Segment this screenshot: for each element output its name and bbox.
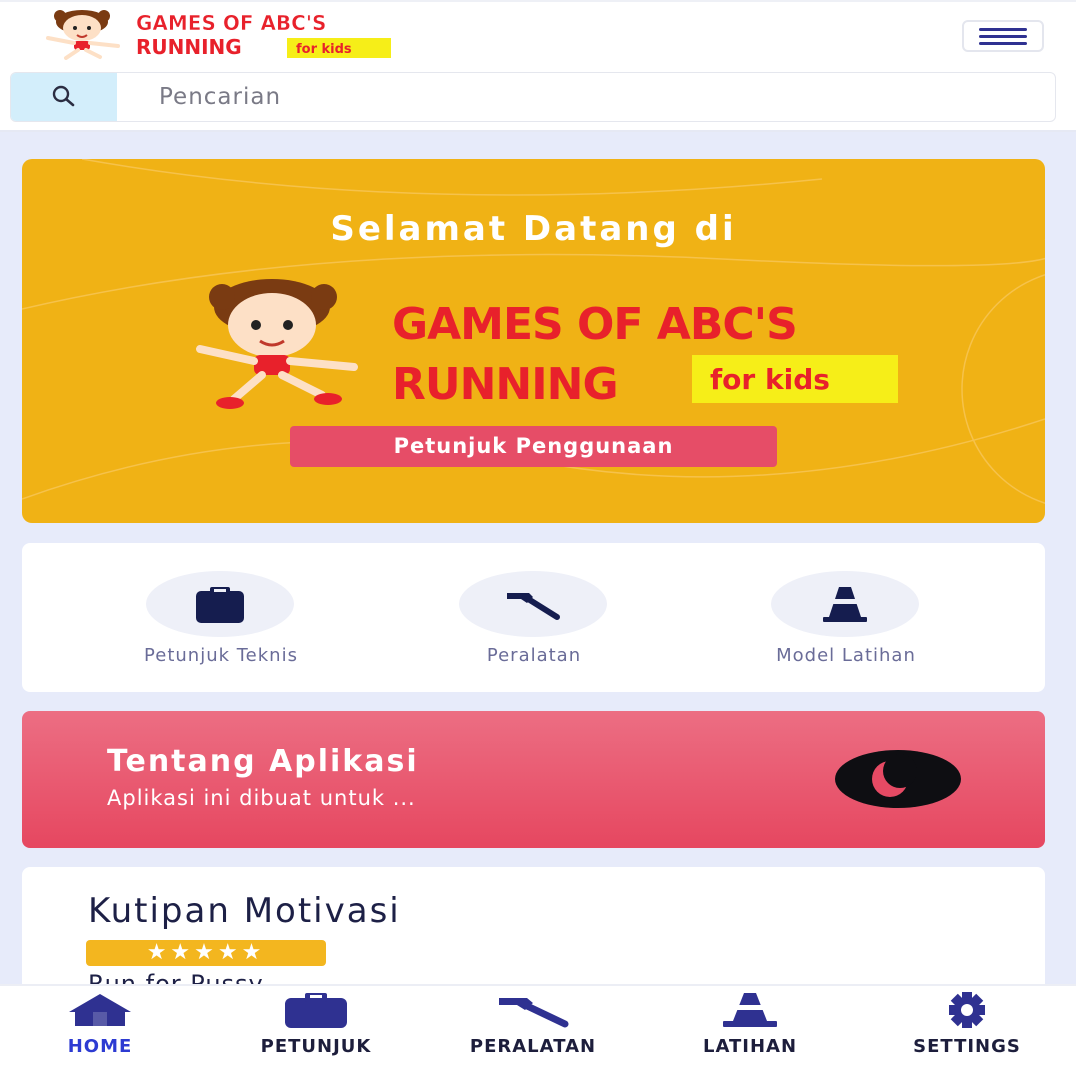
about-title: Tentang Aplikasi (107, 744, 419, 779)
search-box (10, 72, 1056, 122)
welcome-title: Selamat Datang di (330, 209, 737, 249)
nav-label: SETTINGS (913, 1036, 1021, 1057)
search-bar (0, 64, 1076, 132)
nav-training[interactable]: LATIHAN (650, 992, 850, 1057)
bottom-navigation: HOME PETUNJUK PERALATAN LATIHAN SETTINGS (0, 984, 1076, 1057)
star-rating: ★★★★★ (86, 940, 326, 966)
hamburger-menu-icon (979, 28, 1027, 31)
about-app-card[interactable]: Tentang Aplikasi Aplikasi ini dibuat unt… (22, 711, 1045, 848)
clipboard-icon (196, 587, 244, 623)
nav-equipment[interactable]: PERALATAN (433, 992, 633, 1057)
feature-technical-guide[interactable]: Petunjuk Teknis (91, 571, 351, 681)
menu-button[interactable] (962, 20, 1044, 52)
nav-label: LATIHAN (702, 1036, 798, 1057)
search-button[interactable] (11, 73, 117, 121)
brand-tag: for kids (296, 42, 352, 57)
nav-home[interactable]: HOME (0, 992, 200, 1057)
hammer-icon (499, 998, 569, 1028)
brand-line2: RUNNING (136, 35, 242, 59)
quote-title: Kutipan Motivasi (88, 891, 401, 931)
welcome-logo: GAMES OF ABC'S RUNNING for kids (196, 279, 898, 410)
nav-guide[interactable]: PETUNJUK (216, 992, 416, 1057)
brand-line1: GAMES OF ABC'S (136, 11, 326, 35)
feature-equipment[interactable]: Peralatan (404, 571, 664, 681)
welcome-brand-line2: RUNNING (392, 359, 618, 410)
app-header: GAMES OF ABC'S RUNNING for kids (0, 0, 1076, 64)
traffic-cone-icon (823, 587, 867, 622)
nav-label: PERALATAN (469, 1036, 597, 1057)
search-icon (52, 85, 75, 107)
nav-label: PETUNJUK (260, 1036, 372, 1057)
hammer-icon (507, 593, 560, 620)
about-subtitle: Aplikasi ini dibuat untuk ... (107, 786, 416, 810)
feature-label: Petunjuk Teknis (144, 645, 298, 666)
search-input[interactable] (117, 73, 1055, 121)
feature-label: Model Latihan (776, 645, 916, 666)
running-girl-illustration (196, 279, 358, 409)
running-girl-icon (46, 10, 120, 60)
moon-icon (835, 750, 961, 808)
feature-icon-bubble (459, 571, 607, 637)
hamburger-line (979, 35, 1027, 38)
home-icon (69, 994, 131, 1026)
welcome-brand-tag: for kids (710, 363, 830, 396)
usage-guide-button[interactable]: Petunjuk Penggunaan (290, 426, 777, 467)
feature-icon-bubble (146, 571, 294, 637)
nav-settings[interactable]: SETTINGS (867, 992, 1067, 1057)
main-content: Selamat Datang di GAMES OF ABC'S RUNNING (0, 132, 1076, 997)
welcome-banner: Selamat Datang di GAMES OF ABC'S RUNNING (22, 159, 1045, 523)
clipboard-icon (285, 993, 347, 1028)
motivation-quote-card: Kutipan Motivasi ★★★★★ Run for Pussy (22, 867, 1045, 997)
feature-label: Peralatan (486, 645, 582, 666)
nav-label: HOME (67, 1036, 133, 1057)
app-logo[interactable]: GAMES OF ABC'S RUNNING for kids (34, 8, 404, 60)
hamburger-line (979, 42, 1027, 45)
feature-menu: Petunjuk Teknis Peralatan Model Latihan (22, 543, 1045, 692)
traffic-cone-icon (723, 993, 777, 1027)
feature-icon-bubble (771, 571, 919, 637)
feature-training-model[interactable]: Model Latihan (716, 571, 976, 681)
welcome-brand-line1: GAMES OF ABC'S (392, 299, 797, 350)
gear-icon (949, 992, 985, 1028)
